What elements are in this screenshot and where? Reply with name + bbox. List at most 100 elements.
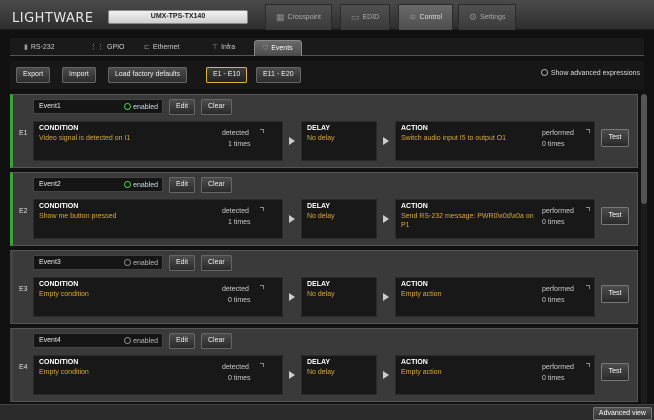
- monitor-icon: ▭: [351, 12, 360, 22]
- delay-label: DELAY: [307, 359, 331, 366]
- delay-text: No delay: [307, 135, 335, 142]
- delay-text: No delay: [307, 369, 335, 376]
- tab-label: Infra: [221, 44, 236, 51]
- performed-count: 0 times: [542, 297, 565, 304]
- event-header: Event2 enabled: [33, 177, 163, 192]
- load-factory-defaults-button[interactable]: Load factory defaults: [108, 67, 187, 83]
- enabled-toggle[interactable]: enabled: [124, 259, 158, 267]
- performed-count: 0 times: [542, 219, 565, 226]
- infra-icon: ⊤: [212, 44, 219, 51]
- advanced-view-button[interactable]: Advanced view: [592, 407, 652, 420]
- serial-icon: ▮: [24, 44, 28, 51]
- test-button[interactable]: Test: [601, 129, 629, 147]
- delay-text: No delay: [307, 213, 335, 220]
- test-button[interactable]: Test: [601, 285, 629, 303]
- tab-infra[interactable]: ⊤ Infra: [204, 40, 243, 56]
- range-e1-e10-button[interactable]: E1 - E10: [206, 67, 248, 83]
- radio-icon: [540, 69, 548, 76]
- event-id: E4: [19, 364, 28, 371]
- event-header: Event1 enabled: [33, 99, 163, 114]
- action-label: ACTION: [401, 281, 428, 288]
- nav-label: Control: [419, 14, 443, 21]
- detected-count: 0 times: [228, 297, 251, 304]
- action-box[interactable]: ACTION Empty action performed 0 times: [395, 355, 595, 395]
- ethernet-icon: ⊏: [144, 44, 150, 51]
- clear-button[interactable]: Clear: [201, 177, 232, 193]
- delay-box[interactable]: DELAY No delay: [301, 355, 377, 395]
- info-corner-icon: [586, 285, 590, 289]
- arrow-right-icon: [383, 293, 389, 301]
- show-advanced-expressions-toggle[interactable]: Show advanced expressions: [540, 69, 640, 77]
- edit-button[interactable]: Edit: [169, 333, 196, 349]
- condition-label: CONDITION: [39, 359, 79, 366]
- nav-label: Crosspoint: [287, 14, 321, 21]
- tab-label: Events: [271, 45, 293, 52]
- action-text: Empty action: [401, 291, 442, 298]
- event-id: E1: [19, 130, 28, 137]
- performed-label: performed: [542, 130, 574, 137]
- condition-box[interactable]: CONDITION Video signal is detected on I1…: [33, 121, 283, 161]
- enabled-toggle[interactable]: enabled: [124, 103, 158, 111]
- export-button[interactable]: Export: [16, 67, 51, 83]
- condition-label: CONDITION: [39, 125, 79, 132]
- delay-box[interactable]: DELAY No delay: [301, 121, 377, 161]
- tab-label: RS-232: [30, 44, 55, 51]
- info-corner-icon: [260, 129, 264, 133]
- range-e11-e20-button[interactable]: E11 - E20: [256, 67, 301, 83]
- test-button[interactable]: Test: [601, 207, 629, 225]
- enabled-label: enabled: [133, 260, 158, 267]
- enabled-toggle[interactable]: enabled: [124, 181, 158, 189]
- tab-events[interactable]: ⛉ Events: [254, 40, 302, 56]
- event-row: Event2 enabled Edit Clear E2 CONDITION S…: [10, 172, 638, 246]
- condition-box[interactable]: CONDITION Empty condition detected 0 tim…: [33, 355, 283, 395]
- import-button[interactable]: Import: [62, 67, 96, 83]
- info-corner-icon: [260, 207, 264, 211]
- condition-box[interactable]: CONDITION Empty condition detected 0 tim…: [33, 277, 283, 317]
- arrow-right-icon: [289, 371, 295, 379]
- delay-box[interactable]: DELAY No delay: [301, 199, 377, 239]
- nav-control[interactable]: ≋ Control: [398, 4, 454, 30]
- event-header: Event3 enabled: [33, 255, 163, 270]
- performed-label: performed: [542, 286, 574, 293]
- test-button[interactable]: Test: [601, 363, 629, 381]
- tab-gpio[interactable]: ⋮⋮ GPIO: [82, 40, 133, 56]
- delay-box[interactable]: DELAY No delay: [301, 277, 377, 317]
- action-box[interactable]: ACTION Send RS-232 message: PWR0\x0d\x0a…: [395, 199, 595, 239]
- tab-ethernet[interactable]: ⊏ Ethernet: [136, 40, 187, 56]
- condition-label: CONDITION: [39, 281, 79, 288]
- action-box[interactable]: ACTION Switch audio input I5 to output O…: [395, 121, 595, 161]
- scrollbar[interactable]: [641, 94, 647, 404]
- info-corner-icon: [586, 129, 590, 133]
- delay-label: DELAY: [307, 281, 331, 288]
- event-id: E2: [19, 208, 28, 215]
- action-box[interactable]: ACTION Empty action performed 0 times: [395, 277, 595, 317]
- info-corner-icon: [260, 285, 264, 289]
- clear-button[interactable]: Clear: [201, 99, 232, 115]
- logo-text: LIGHTWARE: [12, 11, 94, 26]
- nav-edid[interactable]: ▭ EDID: [340, 4, 391, 30]
- clear-button[interactable]: Clear: [201, 255, 232, 271]
- nav-settings[interactable]: ⚙ Settings: [458, 4, 517, 30]
- events-icon: ⛉: [263, 45, 269, 52]
- detected-label: detected: [222, 130, 249, 137]
- arrow-right-icon: [289, 137, 295, 145]
- nav-label: EDID: [362, 14, 380, 21]
- check-circle-icon: [124, 103, 132, 110]
- action-label: ACTION: [401, 125, 428, 132]
- edit-button[interactable]: Edit: [169, 177, 196, 193]
- enabled-toggle[interactable]: enabled: [124, 337, 158, 345]
- nav-crosspoint[interactable]: ▦ Crosspoint: [265, 4, 332, 30]
- detected-label: detected: [222, 208, 249, 215]
- event-id: E3: [19, 286, 28, 293]
- events-list: Event1 enabled Edit Clear E1 CONDITION V…: [10, 92, 638, 404]
- info-corner-icon: [260, 363, 264, 367]
- detected-count: 1 times: [228, 219, 251, 226]
- scrollbar-thumb[interactable]: [641, 94, 647, 204]
- edit-button[interactable]: Edit: [169, 99, 196, 115]
- condition-box[interactable]: CONDITION Show me button pressed detecte…: [33, 199, 283, 239]
- clear-button[interactable]: Clear: [201, 333, 232, 349]
- delay-text: No delay: [307, 291, 335, 298]
- edit-button[interactable]: Edit: [169, 255, 196, 271]
- performed-label: performed: [542, 208, 574, 215]
- tab-rs232[interactable]: ▮ RS-232: [16, 40, 63, 56]
